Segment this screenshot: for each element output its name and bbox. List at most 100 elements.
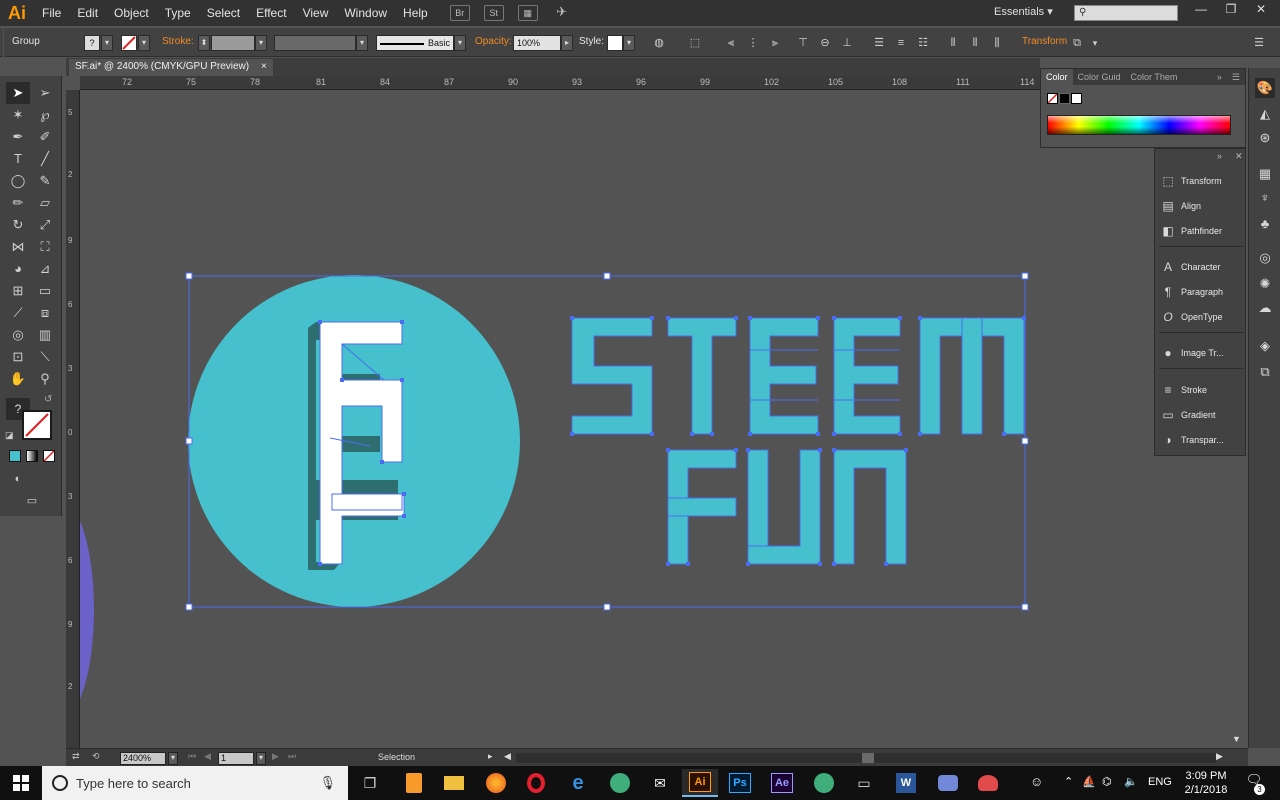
- opacity-input[interactable]: 100%: [513, 35, 561, 51]
- microphone-icon[interactable]: 🎙: [319, 775, 336, 791]
- brush-definition-field[interactable]: Basic: [376, 35, 454, 51]
- document-tab[interactable]: SF.ai* @ 2400% (CMYK/GPU Preview) ×: [68, 58, 274, 76]
- swap-fill-stroke-icon[interactable]: ↺: [44, 394, 52, 405]
- align-right-icon[interactable]: ⫸: [768, 36, 782, 50]
- default-fill-stroke-icon[interactable]: ◪: [5, 430, 14, 441]
- menu-view[interactable]: View: [295, 0, 337, 26]
- horizontal-scrollbar[interactable]: [516, 753, 1216, 763]
- wordmark[interactable]: [571, 317, 1025, 565]
- opacity-label[interactable]: Opacity:: [475, 36, 512, 47]
- perspective-grid-tool-icon[interactable]: ⊿: [33, 258, 57, 280]
- clock[interactable]: 3:09 PM 2/1/2018: [1174, 769, 1238, 797]
- none-mode-icon[interactable]: [43, 450, 55, 462]
- panel-collapse-icon[interactable]: »: [1212, 72, 1227, 82]
- zoom-tool-icon[interactable]: ⚲: [33, 368, 57, 390]
- network-icon[interactable]: ⌬: [1102, 775, 1112, 788]
- search-input[interactable]: ⚲: [1074, 5, 1178, 21]
- scrollbar-thumb[interactable]: [862, 753, 874, 763]
- panel-stroke[interactable]: ≡ Stroke: [1155, 378, 1247, 402]
- status-menu-icon[interactable]: ▸: [488, 751, 493, 762]
- panel-menu-icon[interactable]: ☰: [1252, 36, 1266, 50]
- opera-icon[interactable]: [518, 769, 554, 797]
- discord-icon[interactable]: [930, 769, 966, 797]
- libraries-icon[interactable]: ☁: [1255, 298, 1275, 318]
- scroll-right-icon[interactable]: ▶: [1216, 751, 1223, 762]
- first-artboard-icon[interactable]: ⏮: [188, 751, 196, 762]
- ruler-horizontal[interactable]: 72 75 78 81 84 87 90 93 96 99 102 105 10…: [80, 76, 1040, 90]
- brushes-icon[interactable]: ♆: [1255, 188, 1275, 208]
- screen-mode-icon[interactable]: ▭: [20, 490, 44, 512]
- align-top-icon[interactable]: ⊤: [796, 36, 810, 50]
- panel-pathfinder[interactable]: ◧ Pathfinder: [1155, 219, 1247, 243]
- brush-dropdown[interactable]: ▾: [454, 35, 466, 51]
- menu-effect[interactable]: Effect: [248, 0, 294, 26]
- menu-window[interactable]: Window: [336, 0, 395, 26]
- gradient-mode-icon[interactable]: [26, 450, 38, 462]
- illustrator-taskbar-icon[interactable]: Ai: [682, 769, 718, 797]
- lasso-tool-icon[interactable]: ℘: [33, 104, 57, 126]
- taskbar-search-box[interactable]: Type here to search 🎙: [42, 766, 348, 800]
- pencil-tool-icon[interactable]: ✏: [6, 192, 30, 214]
- tab-color-themes[interactable]: Color Them: [1126, 72, 1183, 82]
- panel-paragraph[interactable]: ¶ Paragraph: [1155, 280, 1247, 304]
- artboards-icon[interactable]: ⧉: [1255, 362, 1275, 382]
- color-mode-icon[interactable]: [9, 450, 21, 462]
- scale-tool-icon[interactable]: ⤢: [33, 214, 57, 236]
- mesh-tool-icon[interactable]: ⊞: [6, 280, 30, 302]
- distribute-bottom-icon[interactable]: ☷: [916, 36, 930, 50]
- artboard-tool-icon[interactable]: ⊡: [6, 346, 30, 368]
- symbol-sprayer-tool-icon[interactable]: ◎: [6, 324, 30, 346]
- menu-select[interactable]: Select: [199, 0, 248, 26]
- width-tool-icon[interactable]: ⋈: [6, 236, 30, 258]
- variable-width-field[interactable]: [274, 35, 356, 51]
- color-panel-icon[interactable]: 🎨: [1255, 78, 1275, 98]
- scroll-left-icon[interactable]: ◀: [504, 751, 511, 762]
- offcanvas-purple-shape[interactable]: [80, 500, 94, 720]
- close-panels-icon[interactable]: ✕: [1235, 151, 1243, 162]
- slice-tool-icon[interactable]: ⟍: [33, 346, 57, 368]
- column-graph-tool-icon[interactable]: ▥: [33, 324, 57, 346]
- panel-transparency[interactable]: ◑ Transpar...: [1155, 428, 1247, 452]
- scroll-down-icon[interactable]: ▼: [1232, 734, 1241, 744]
- blend-tool-icon[interactable]: ⧈: [33, 302, 57, 324]
- align-hcenter-icon[interactable]: ⋮: [746, 36, 760, 50]
- tab-color[interactable]: Color: [1041, 69, 1073, 85]
- bird-app-icon[interactable]: [970, 769, 1006, 797]
- paintbrush-tool-icon[interactable]: ✎: [33, 170, 57, 192]
- restore-button[interactable]: ❐: [1216, 0, 1246, 18]
- direct-selection-tool-icon[interactable]: ➢: [33, 82, 57, 104]
- artboard-dropdown[interactable]: ▾: [256, 752, 266, 765]
- type-tool-icon[interactable]: T: [6, 148, 30, 170]
- pen-tool-icon[interactable]: ✒: [6, 126, 30, 148]
- volume-icon[interactable]: 🔈: [1124, 775, 1138, 788]
- control-menu-chevron-icon[interactable]: ▾: [1088, 36, 1102, 50]
- align-bottom-icon[interactable]: ⊥: [840, 36, 854, 50]
- stroke-weight-field[interactable]: [211, 35, 255, 51]
- distribute-vcenter-icon[interactable]: ≡: [894, 36, 908, 50]
- transform-link[interactable]: Transform: [1022, 36, 1067, 47]
- graphic-styles-icon[interactable]: ✺: [1255, 274, 1275, 294]
- workspace-switcher[interactable]: Essentials ▾: [994, 5, 1064, 18]
- align-vcenter-icon[interactable]: ⊖: [818, 36, 832, 50]
- appearance-icon[interactable]: ◎: [1255, 248, 1275, 268]
- photoshop-icon[interactable]: Ps: [722, 769, 758, 797]
- close-button[interactable]: ✕: [1246, 0, 1276, 18]
- edge-icon[interactable]: e: [560, 769, 596, 797]
- magic-wand-tool-icon[interactable]: ✶: [6, 104, 30, 126]
- panel-opentype[interactable]: O OpenType: [1155, 305, 1247, 329]
- fill-dropdown[interactable]: ▾: [101, 35, 113, 51]
- zoom-dropdown[interactable]: ▾: [168, 752, 178, 765]
- color-guide-icon[interactable]: ◭: [1255, 104, 1275, 124]
- gradient-tool-icon[interactable]: ▭: [33, 280, 57, 302]
- ruler-vertical[interactable]: 5 2 9 6 3 0 3 6 9 2: [66, 90, 80, 748]
- stroke-none-swatch[interactable]: [22, 410, 52, 440]
- stock-icon[interactable]: St: [483, 5, 504, 21]
- rotate-view-icon[interactable]: ⟲: [92, 751, 100, 762]
- eraser-tool-icon[interactable]: ▱: [33, 192, 57, 214]
- expand-panels-icon[interactable]: »: [1217, 151, 1222, 161]
- bridge-icon[interactable]: Br: [449, 5, 470, 21]
- last-artboard-icon[interactable]: ⏭: [288, 751, 296, 762]
- stroke-weight-dropdown[interactable]: ▾: [255, 35, 267, 51]
- tab-color-guide[interactable]: Color Guid: [1073, 72, 1126, 82]
- panel-transform[interactable]: ⬚ Transform: [1155, 169, 1247, 193]
